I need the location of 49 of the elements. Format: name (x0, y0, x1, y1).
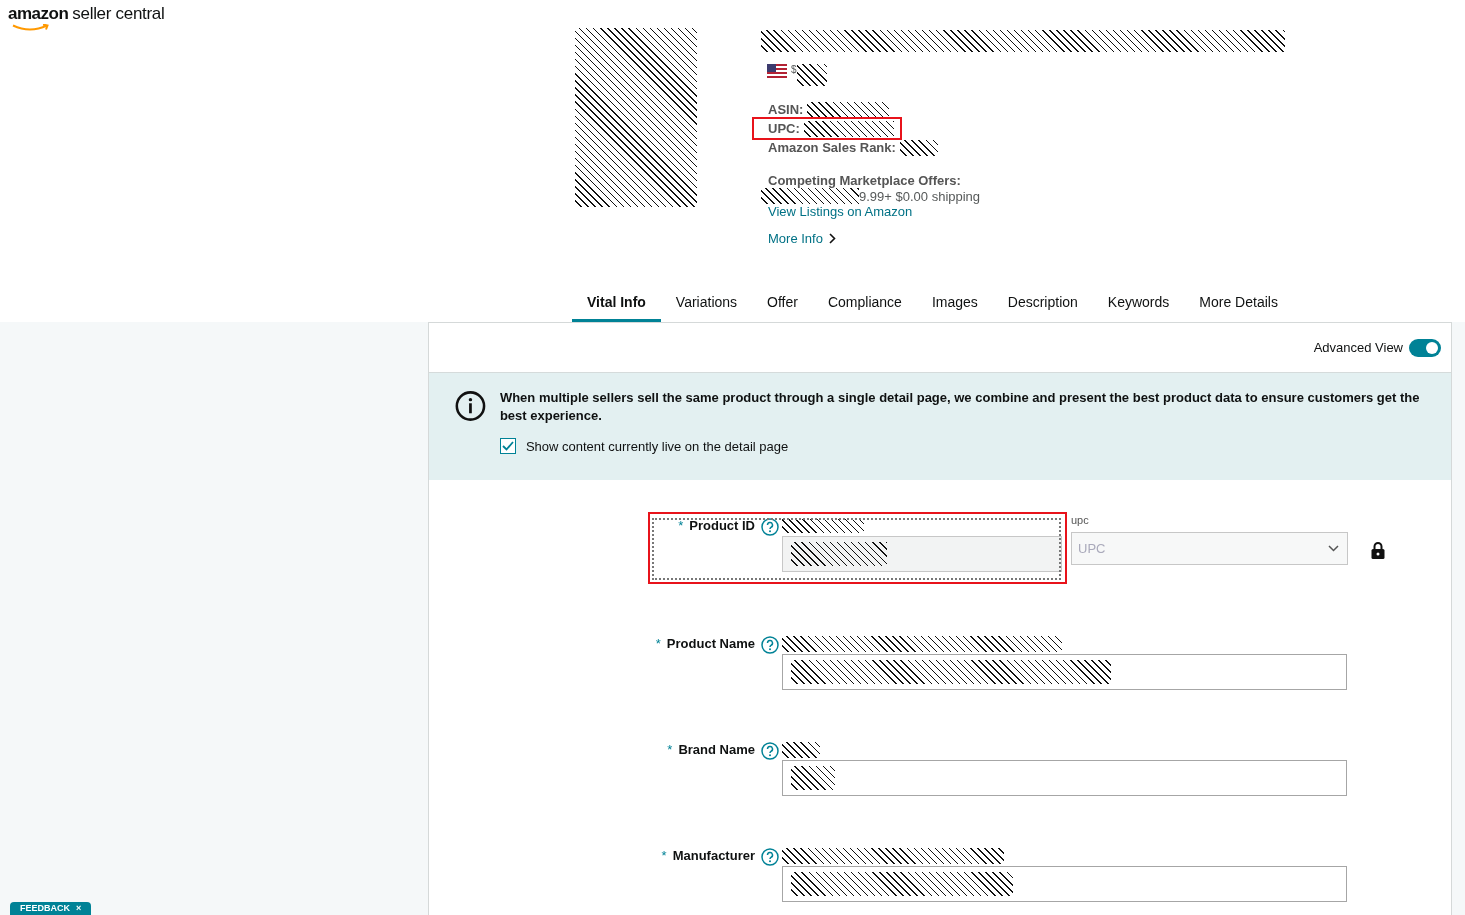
flag-icon (767, 64, 787, 78)
redaction-mark (782, 742, 820, 758)
info-icon (455, 389, 486, 423)
chevron-right-icon[interactable] (828, 233, 836, 244)
field-label: Product Name (666, 636, 755, 651)
checkbox-label: Show content currently live on the detail page (525, 438, 789, 454)
close-icon[interactable]: × (76, 902, 82, 914)
text-field[interactable] (782, 866, 1347, 902)
text-field[interactable] (782, 760, 1347, 796)
advanced-view-toggle[interactable] (1409, 338, 1441, 357)
field-label: Product ID (689, 518, 755, 533)
fact-label: ASIN: (768, 102, 804, 117)
logo-subtitle: seller central (72, 4, 165, 24)
currency-symbol: $ (791, 64, 797, 75)
tab[interactable]: Keywords (1092, 278, 1185, 322)
required-mark: * (655, 636, 661, 651)
required-mark: * (678, 518, 684, 533)
logo-wordmark: amazon (8, 4, 69, 24)
fact-label: Amazon Sales Rank: (768, 140, 896, 155)
field-label: Brand Name (678, 742, 755, 757)
offers-title: Competing Marketplace Offers: (768, 173, 962, 188)
tab[interactable]: Description (992, 278, 1093, 322)
required-mark: * (667, 742, 673, 757)
required-mark: * (661, 848, 667, 863)
tab[interactable]: Variations (660, 278, 753, 322)
tab[interactable]: Offer (752, 278, 813, 322)
more-info-link[interactable]: More Info (768, 231, 823, 246)
field-label: Manufacturer (672, 848, 755, 863)
help-icon[interactable] (761, 848, 779, 866)
smile-arrow-icon (12, 24, 50, 32)
text-field[interactable] (782, 654, 1347, 690)
offer-text: 9.99+ $0.00 shipping (859, 188, 981, 204)
caret-icon (1328, 545, 1339, 552)
help-icon[interactable] (761, 636, 779, 654)
lock-icon (1371, 542, 1385, 559)
feedback-tab[interactable]: FEEDBACK × (10, 902, 92, 915)
select-label: upc (1071, 514, 1090, 528)
banner-message: When multiple sellers sell the same product through a single detail page, we combine and present the best product data to ensure customers get the best experience. (499, 389, 1421, 425)
redaction-mark (791, 766, 835, 790)
tab[interactable]: Images (916, 278, 993, 322)
view-listings-link[interactable]: View Listings on Amazon (768, 204, 913, 219)
tab[interactable]: Compliance (812, 278, 917, 322)
help-icon[interactable] (761, 742, 779, 760)
redaction-mark (796, 64, 827, 86)
advanced-view-label: Advanced View (1313, 340, 1403, 355)
tab[interactable]: More Details (1184, 278, 1293, 322)
redaction-mark (899, 139, 938, 156)
checkbox[interactable] (499, 438, 516, 454)
fact-label: UPC: (768, 121, 800, 136)
